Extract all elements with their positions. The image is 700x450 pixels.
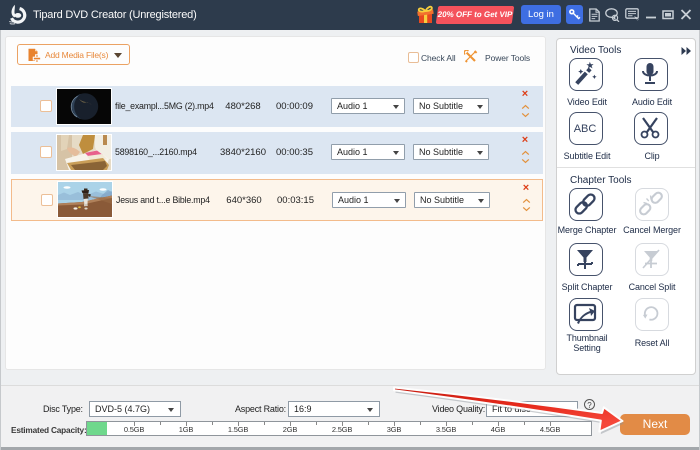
svg-text:ABC: ABC (574, 123, 597, 135)
